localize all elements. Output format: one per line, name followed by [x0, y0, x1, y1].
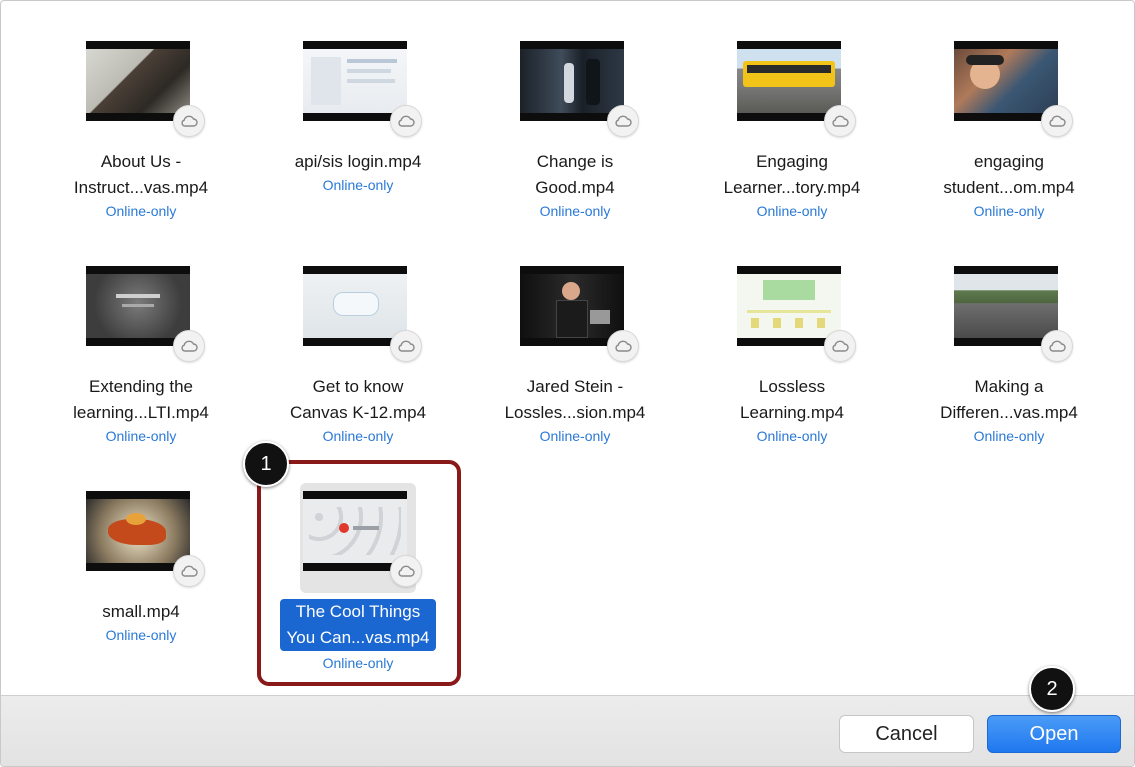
file-item[interactable]: Get to know Canvas K-12.mp4 Online-only — [258, 248, 458, 463]
selection-highlight — [257, 460, 461, 686]
file-name: Change is Good.mp4 — [535, 152, 615, 197]
file-item[interactable]: Lossless Learning.mp4 Online-only — [692, 248, 892, 463]
file-name: About Us - Instruct...vas.mp4 — [73, 152, 209, 197]
file-item[interactable]: Extending the learning...LTI.mp4 Online-o… — [41, 248, 241, 463]
cloud-icon — [824, 105, 856, 137]
file-status: Online-only — [105, 627, 177, 643]
file-status: Online-only — [756, 428, 828, 444]
file-name: engaging student...om.mp4 — [943, 152, 1075, 197]
cloud-icon — [1041, 105, 1073, 137]
file-status: Online-only — [539, 203, 611, 219]
file-item[interactable]: api/sis login.mp4 Online-only — [258, 23, 458, 238]
file-status: Online-only — [105, 203, 177, 219]
thumbnail — [951, 258, 1073, 368]
file-status: Online-only — [973, 203, 1045, 219]
file-item[interactable]: small.mp4 Online-only — [41, 473, 241, 688]
file-item[interactable]: Jared Stein - Lossles...sion.mp4 Online-o… — [475, 248, 675, 463]
callout-badge-1: 1 — [243, 441, 289, 487]
file-item[interactable]: About Us - Instruct...vas.mp4 Online-only — [41, 23, 241, 238]
file-status: Online-only — [105, 428, 177, 444]
cloud-icon — [824, 330, 856, 362]
file-item[interactable]: Change is Good.mp4 Online-only — [475, 23, 675, 238]
file-name: Extending the learning...LTI.mp4 — [73, 377, 209, 422]
file-name: Get to know Canvas K-12.mp4 — [289, 377, 427, 422]
file-item[interactable]: engaging student...om.mp4 Online-only — [909, 23, 1109, 238]
thumbnail — [83, 483, 205, 593]
file-open-dialog: About Us - Instruct...vas.mp4 Online-only… — [0, 0, 1135, 767]
thumbnail — [83, 33, 205, 143]
thumbnail — [951, 33, 1073, 143]
callout-badge-2: 2 — [1029, 666, 1075, 712]
file-status: Online-only — [973, 428, 1045, 444]
thumbnail — [734, 258, 856, 368]
cloud-icon — [1041, 330, 1073, 362]
file-status: Online-only — [756, 203, 828, 219]
dialog-footer: Cancel Open — [1, 695, 1134, 766]
thumbnail — [734, 33, 856, 143]
file-status: Online-only — [322, 428, 394, 444]
file-name: Making a Differen...vas.mp4 — [940, 377, 1078, 422]
cloud-icon — [173, 330, 205, 362]
file-status: Online-only — [322, 177, 394, 193]
thumbnail — [517, 258, 639, 368]
cloud-icon — [173, 555, 205, 587]
thumbnail — [300, 258, 422, 368]
thumbnail — [83, 258, 205, 368]
file-item[interactable]: Making a Differen...vas.mp4 Online-only — [909, 248, 1109, 463]
file-name: api/sis login.mp4 — [294, 152, 422, 171]
cloud-icon — [390, 105, 422, 137]
cancel-button[interactable]: Cancel — [839, 715, 974, 753]
cloud-icon — [173, 105, 205, 137]
cloud-icon — [607, 105, 639, 137]
file-name: Lossless Learning.mp4 — [740, 377, 844, 422]
file-name: small.mp4 — [102, 602, 180, 621]
file-name: Engaging Learner...tory.mp4 — [723, 152, 861, 197]
file-item[interactable]: Engaging Learner...tory.mp4 Online-only — [692, 23, 892, 238]
open-button[interactable]: Open — [987, 715, 1121, 753]
cloud-icon — [607, 330, 639, 362]
file-name: Jared Stein - Lossles...sion.mp4 — [504, 377, 646, 422]
thumbnail — [300, 33, 422, 143]
file-status: Online-only — [539, 428, 611, 444]
thumbnail — [517, 33, 639, 143]
cloud-icon — [390, 330, 422, 362]
